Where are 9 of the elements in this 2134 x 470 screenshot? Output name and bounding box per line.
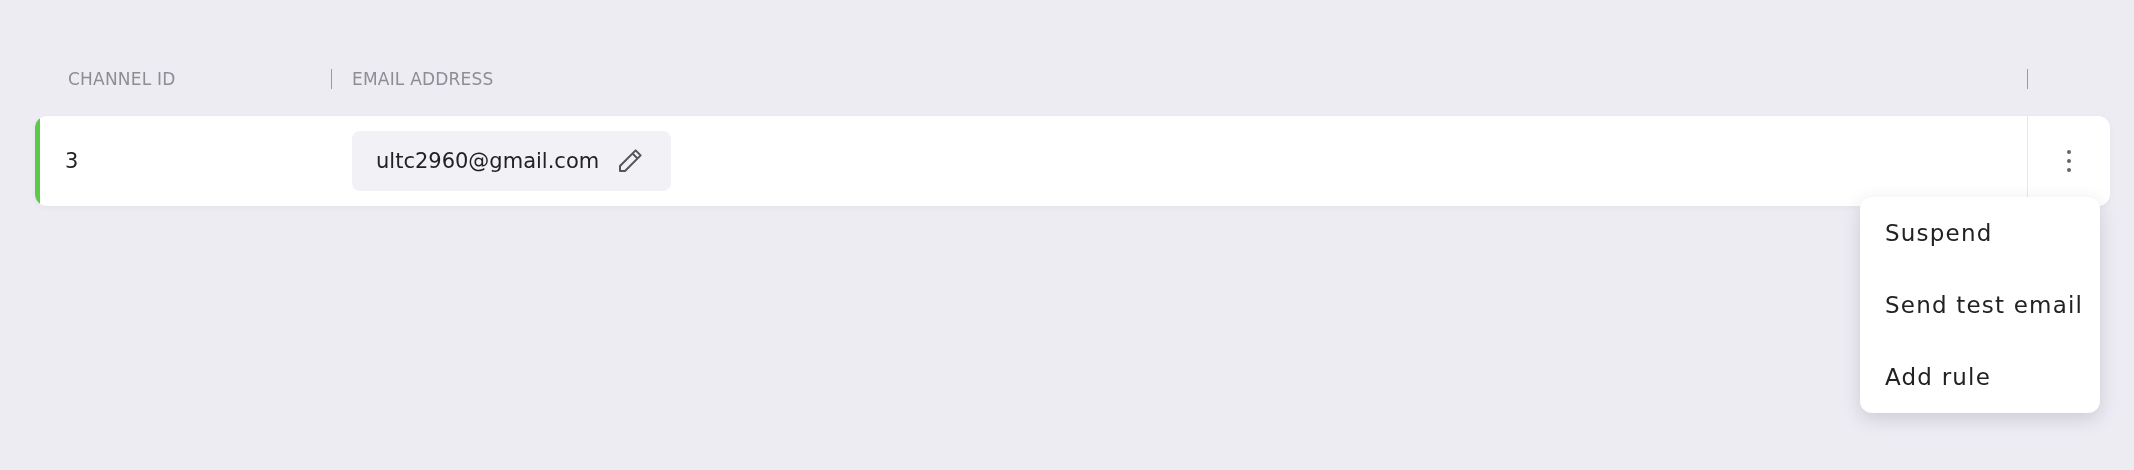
email-chip[interactable]: ultc2960@gmail.com	[352, 131, 672, 191]
table-cell-text: 3	[64, 149, 79, 173]
menu-item[interactable]: Send test email	[1860, 269, 2100, 341]
menu-item[interactable]: Add rule	[1860, 341, 2100, 413]
column-header: CHANNEL ID	[67, 69, 176, 89]
more-icon	[2066, 149, 2072, 173]
email-text: ultc2960@gmail.com	[376, 149, 600, 173]
menu-item[interactable]: Suspend	[1860, 197, 2100, 269]
column-header: EMAIL ADDRESS	[352, 69, 494, 89]
